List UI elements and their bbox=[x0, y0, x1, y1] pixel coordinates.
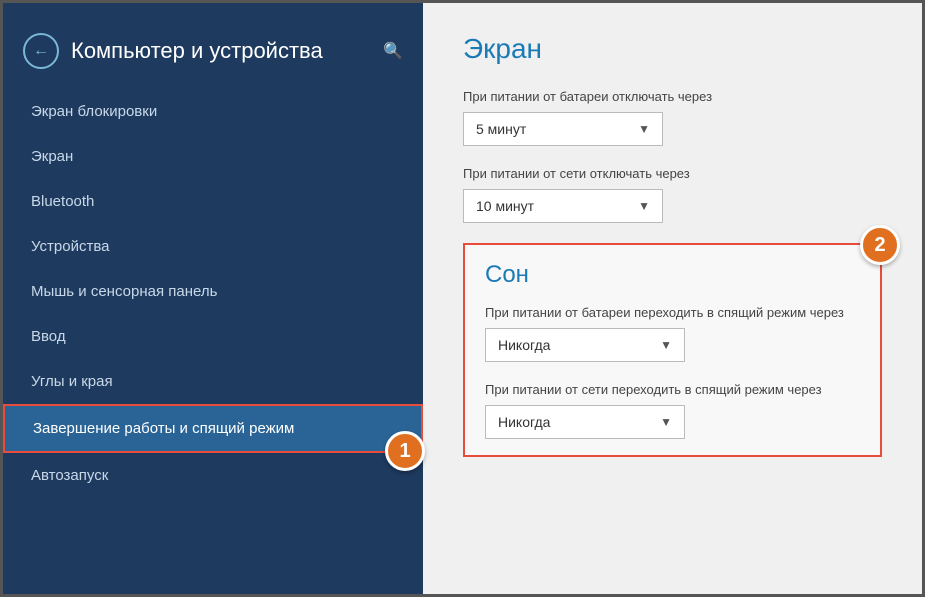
battery-sleep-dropdown[interactable]: Никогда ▼ bbox=[485, 328, 685, 362]
sidebar-item-zavershenie[interactable]: Завершение работы и спящий режим 1 bbox=[3, 404, 423, 453]
network-screen-dropdown[interactable]: 10 минут ▼ bbox=[463, 189, 663, 223]
network-screen-arrow: ▼ bbox=[638, 199, 650, 213]
battery-screen-value: 5 минут bbox=[476, 121, 526, 137]
battery-screen-section: При питании от батареи отключать через 5… bbox=[463, 89, 882, 146]
network-sleep-dropdown[interactable]: Никогда ▼ bbox=[485, 405, 685, 439]
son-title: Сон bbox=[485, 261, 860, 289]
network-screen-label: При питании от сети отключать через bbox=[463, 166, 882, 181]
sidebar-item-avtozapusk[interactable]: Автозапуск bbox=[3, 453, 423, 498]
sidebar-item-vvod[interactable]: Ввод bbox=[3, 314, 423, 359]
sidebar-header: ← Компьютер и устройства 🔍 bbox=[3, 23, 423, 89]
battery-screen-arrow: ▼ bbox=[638, 122, 650, 136]
network-sleep-arrow: ▼ bbox=[660, 415, 672, 429]
main-window: ← Компьютер и устройства 🔍 Экран блокиро… bbox=[0, 0, 925, 597]
sidebar: ← Компьютер и устройства 🔍 Экран блокиро… bbox=[3, 3, 423, 594]
page-title: Экран bbox=[463, 33, 882, 65]
sidebar-item-mysh[interactable]: Мышь и сенсорная панель bbox=[3, 269, 423, 314]
battery-sleep-value: Никогда bbox=[498, 337, 550, 353]
badge-1: 1 bbox=[385, 431, 425, 471]
sidebar-title: Компьютер и устройства bbox=[71, 38, 371, 64]
sidebar-item-ustroystva[interactable]: Устройства bbox=[3, 224, 423, 269]
network-sleep-section: При питании от сети переходить в спящий … bbox=[485, 382, 860, 439]
network-screen-section: При питании от сети отключать через 10 м… bbox=[463, 166, 882, 223]
network-sleep-label: При питании от сети переходить в спящий … bbox=[485, 382, 860, 397]
sidebar-item-ekran-blokirovki[interactable]: Экран блокировки bbox=[3, 89, 423, 134]
battery-sleep-section: При питании от батареи переходить в спящ… bbox=[485, 305, 860, 362]
back-button[interactable]: ← bbox=[23, 33, 59, 69]
content-panel: Экран При питании от батареи отключать ч… bbox=[423, 3, 922, 594]
son-section: 2 Сон При питании от батареи переходить … bbox=[463, 243, 882, 457]
battery-screen-label: При питании от батареи отключать через bbox=[463, 89, 882, 104]
network-sleep-value: Никогда bbox=[498, 414, 550, 430]
battery-screen-dropdown[interactable]: 5 минут ▼ bbox=[463, 112, 663, 146]
nav-items: Экран блокировки Экран Bluetooth Устройс… bbox=[3, 89, 423, 594]
battery-sleep-arrow: ▼ bbox=[660, 338, 672, 352]
network-screen-value: 10 минут bbox=[476, 198, 534, 214]
sidebar-item-ugly[interactable]: Углы и края bbox=[3, 359, 423, 404]
search-icon[interactable]: 🔍 bbox=[383, 41, 403, 61]
sidebar-item-ekran[interactable]: Экран bbox=[3, 134, 423, 179]
battery-sleep-label: При питании от батареи переходить в спящ… bbox=[485, 305, 860, 320]
sidebar-item-bluetooth[interactable]: Bluetooth bbox=[3, 179, 423, 224]
content-inner: Экран При питании от батареи отключать ч… bbox=[463, 33, 882, 457]
badge-2: 2 bbox=[860, 225, 900, 265]
